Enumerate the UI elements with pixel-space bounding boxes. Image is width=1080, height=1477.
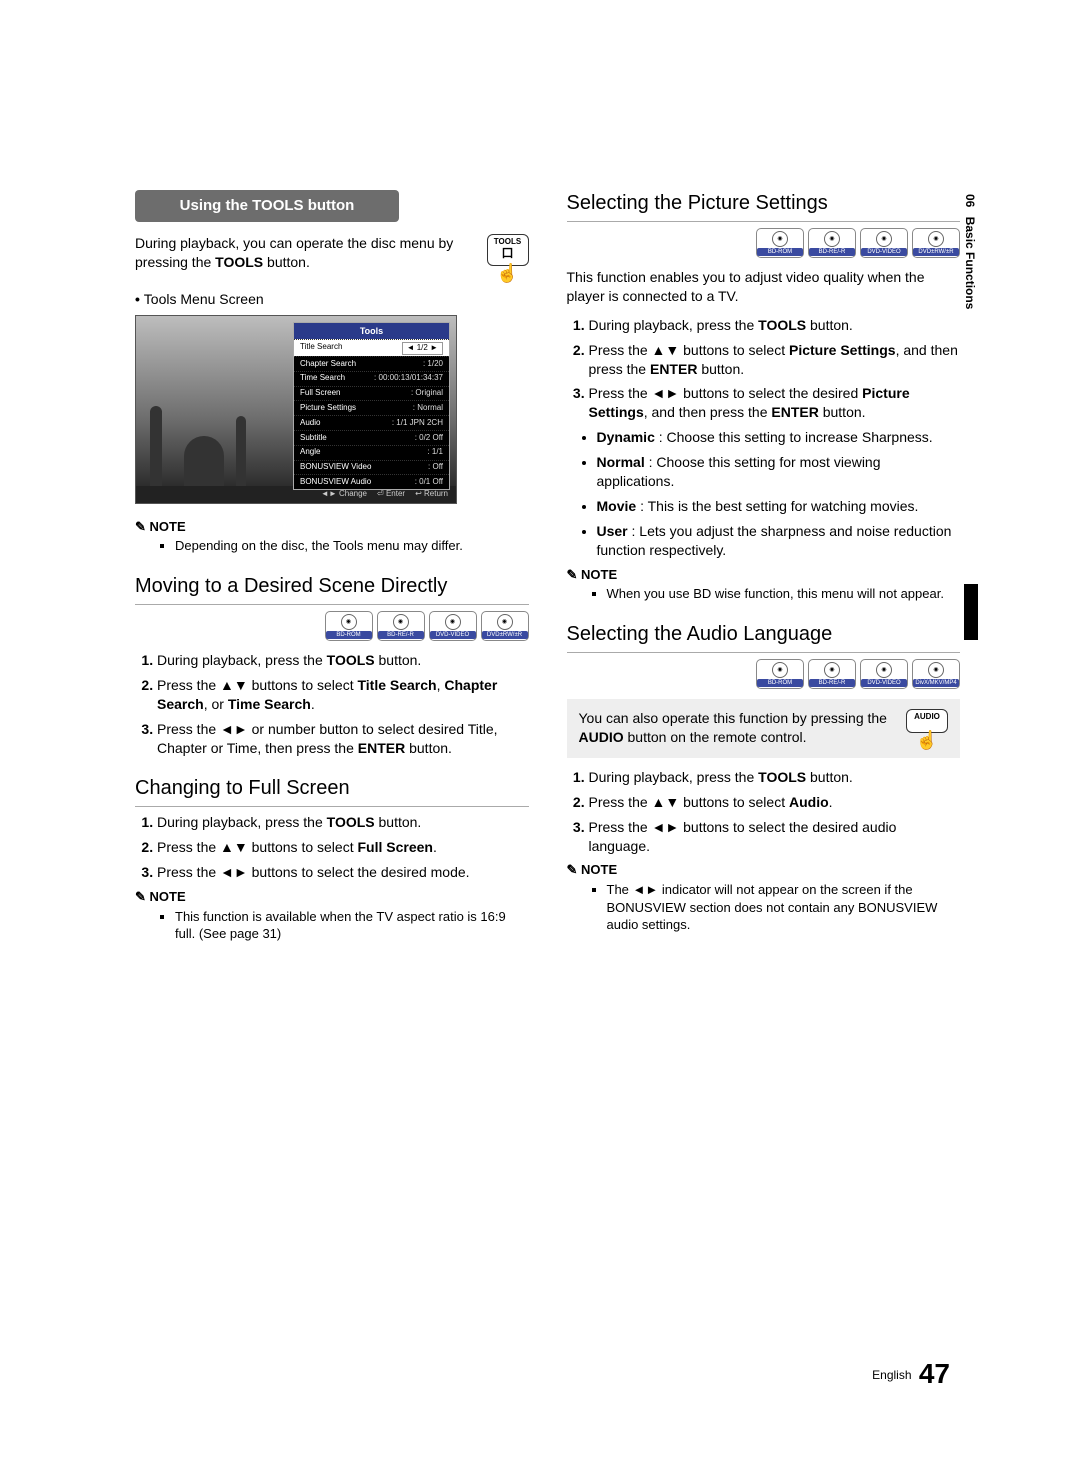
disc-badge: ◉BD-RE/-R xyxy=(377,611,425,641)
tools-row: Picture Settings: Normal xyxy=(294,400,449,415)
section-tab: Using the TOOLS button xyxy=(135,190,399,222)
tools-menu-label: Tools Menu Screen xyxy=(135,290,529,309)
steps-list: During playback, press the TOOLS button.… xyxy=(567,316,961,422)
tools-row: Title Search◄ 1/2 ► xyxy=(294,339,449,356)
step: Press the ▲▼ buttons to select Title Sea… xyxy=(157,676,529,714)
hand-icon: ☝ xyxy=(906,733,948,747)
step: During playback, press the TOOLS button. xyxy=(157,813,529,832)
step: Press the ▲▼ buttons to select Full Scre… xyxy=(157,838,529,857)
tools-row: Time Search: 00:00:13/01:34:37 xyxy=(294,371,449,386)
disc-badge: ◉DVD-VIDEO xyxy=(860,659,908,689)
step: During playback, press the TOOLS button. xyxy=(157,651,529,670)
disc-badge: ◉DVD±RW/±R xyxy=(481,611,529,641)
disc-badge: ◉BD-RE/-R xyxy=(808,659,856,689)
disc-badge: ◉BD-ROM xyxy=(756,659,804,689)
hand-icon: ☝ xyxy=(487,266,529,280)
picture-option: User : Lets you adjust the sharpness and… xyxy=(597,522,961,560)
tools-button-icon: 口 xyxy=(490,248,526,259)
picture-option: Movie : This is the best setting for wat… xyxy=(597,497,961,516)
tools-panel: Tools Title Search◄ 1/2 ►Chapter Search:… xyxy=(293,322,450,490)
step: During playback, press the TOOLS button. xyxy=(589,768,961,787)
step: Press the ◄► buttons to select the desir… xyxy=(589,818,961,856)
step: Press the ◄► buttons to select the desir… xyxy=(157,863,529,882)
thumb-index-block xyxy=(964,584,978,640)
tools-menu-screenshot: Tools Title Search◄ 1/2 ►Chapter Search:… xyxy=(135,315,457,504)
heading-picture-settings: Selecting the Picture Settings xyxy=(567,190,961,222)
step: During playback, press the TOOLS button. xyxy=(589,316,961,335)
tools-row: Angle: 1/1 xyxy=(294,445,449,460)
left-column: Using the TOOLS button TOOLS 口 ☝ During … xyxy=(135,190,529,945)
note-heading: NOTE xyxy=(135,888,529,906)
picture-bullets: Dynamic : Choose this setting to increas… xyxy=(567,428,961,559)
heading-audio-language: Selecting the Audio Language xyxy=(567,621,961,653)
disc-compat-row: ◉BD-ROM◉BD-RE/-R◉DVD-VIDEO◉DVD±RW/±R xyxy=(135,611,529,641)
step: Press the ◄► or number button to select … xyxy=(157,720,529,758)
side-tab: 06 Basic Functions xyxy=(962,194,978,309)
picture-intro: This function enables you to adjust vide… xyxy=(567,268,961,306)
disc-compat-row: ◉BD-ROM◉BD-RE/-R◉DVD-VIDEO◉DVD±RW/±R xyxy=(567,228,961,258)
page-footer: English 47 xyxy=(872,1355,950,1393)
note-list: Depending on the disc, the Tools menu ma… xyxy=(135,537,529,555)
steps-list: During playback, press the TOOLS button.… xyxy=(135,813,529,882)
page-number: 47 xyxy=(919,1358,950,1389)
picture-option: Normal : Choose this setting for most vi… xyxy=(597,453,961,491)
audio-info-box: AUDIO ☝ You can also operate this functi… xyxy=(567,699,961,758)
note-list: The ◄► indicator will not appear on the … xyxy=(567,881,961,934)
tools-row: Chapter Search: 1/20 xyxy=(294,356,449,371)
disc-badge: ◉BD-RE/-R xyxy=(808,228,856,258)
step: Press the ▲▼ buttons to select Picture S… xyxy=(589,341,961,379)
disc-badge: ◉DVD-VIDEO xyxy=(860,228,908,258)
disc-compat-row: ◉BD-ROM◉BD-RE/-R◉DVD-VIDEO◉DivX/MKV/MP4 xyxy=(567,659,961,689)
tools-row: BONUSVIEW Audio: 0/1 Off xyxy=(294,474,449,489)
note-heading: NOTE xyxy=(567,566,961,584)
tools-row: Subtitle: 0/2 Off xyxy=(294,430,449,445)
tools-row: BONUSVIEW Video: Off xyxy=(294,460,449,475)
note-heading: NOTE xyxy=(567,861,961,879)
note-list: When you use BD wise function, this menu… xyxy=(567,585,961,603)
audio-button-label: AUDIO xyxy=(909,712,945,723)
disc-badge: ◉BD-ROM xyxy=(756,228,804,258)
disc-badge: ◉DVD-VIDEO xyxy=(429,611,477,641)
step: Press the ◄► buttons to select the desir… xyxy=(589,384,961,422)
steps-list: During playback, press the TOOLS button.… xyxy=(135,651,529,757)
heading-full-screen: Changing to Full Screen xyxy=(135,775,529,807)
note-list: This function is available when the TV a… xyxy=(135,908,529,943)
tools-row: Full Screen: Original xyxy=(294,386,449,401)
audio-remote-button: AUDIO ☝ xyxy=(906,709,948,748)
intro-para: TOOLS 口 ☝ During playback, you can opera… xyxy=(135,234,529,280)
step: Press the ▲▼ buttons to select Audio. xyxy=(589,793,961,812)
disc-badge: ◉BD-ROM xyxy=(325,611,373,641)
tools-remote-button: TOOLS 口 ☝ xyxy=(487,234,529,280)
tools-row: Audio: 1/1 JPN 2CH xyxy=(294,415,449,430)
tools-panel-title: Tools xyxy=(294,323,449,339)
picture-option: Dynamic : Choose this setting to increas… xyxy=(597,428,961,447)
disc-badge: ◉DivX/MKV/MP4 xyxy=(912,659,960,689)
right-column: Selecting the Picture Settings ◉BD-ROM◉B… xyxy=(567,190,961,945)
note-heading: NOTE xyxy=(135,518,529,536)
steps-list: During playback, press the TOOLS button.… xyxy=(567,768,961,856)
disc-badge: ◉DVD±RW/±R xyxy=(912,228,960,258)
heading-moving-scene: Moving to a Desired Scene Directly xyxy=(135,573,529,605)
